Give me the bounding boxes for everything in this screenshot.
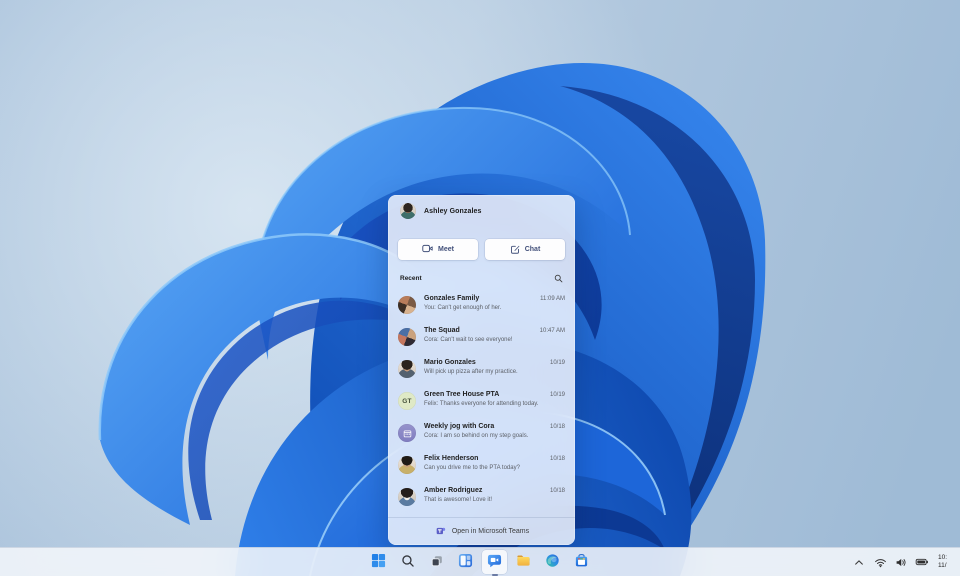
desktop: Ashley Gonzales Meet Chat Recent Gonzale… <box>0 0 960 576</box>
user-name: Ashley Gonzales <box>424 207 482 215</box>
photo-avatar <box>398 456 416 474</box>
wifi-icon[interactable] <box>873 554 887 570</box>
taskbar-center-group <box>366 548 594 576</box>
conversation-time: 10/18 <box>549 456 565 462</box>
start-button[interactable] <box>366 550 391 574</box>
system-tray: 10: 11/ <box>852 548 950 576</box>
file-explorer-icon <box>516 553 531 571</box>
group-avatar <box>398 296 416 314</box>
chat-flyout-panel: Ashley Gonzales Meet Chat Recent Gonzale… <box>388 195 575 545</box>
conversation-item-weekly-jog[interactable]: Weekly jog with Cora Cora: I am so behin… <box>388 417 575 449</box>
photo-avatar <box>398 488 416 506</box>
conversation-name: Green Tree House PTA <box>424 391 500 398</box>
chat-icon <box>487 553 502 571</box>
conversation-name: Felix Henderson <box>424 455 479 462</box>
conversation-item-the-squad[interactable]: The Squad Cora: Can't wait to see everyo… <box>388 321 575 353</box>
conversation-name: Amber Rodriguez <box>424 487 483 494</box>
conversation-time: 10/18 <box>549 424 565 430</box>
group-avatar <box>398 328 416 346</box>
conversation-preview: You: Can't get enough of her. <box>424 305 502 311</box>
user-avatar[interactable] <box>400 203 416 219</box>
conversation-list: Gonzales Family You: Can't get enough of… <box>388 289 575 513</box>
task-view-button[interactable] <box>424 550 449 574</box>
conversation-preview: Can you drive me to the PTA today? <box>424 465 520 471</box>
conversation-preview: Will pick up pizza after my practice. <box>424 369 518 375</box>
meet-button-label: Meet <box>438 246 454 253</box>
conversation-item-gonzales-family[interactable]: Gonzales Family You: Can't get enough of… <box>388 289 575 321</box>
recent-row: Recent <box>388 260 575 283</box>
taskbar-clock[interactable]: 10: 11/ <box>938 554 950 570</box>
chat-button-label: Chat <box>524 246 541 253</box>
initials-avatar: GT <box>398 392 416 410</box>
conversation-name: Weekly jog with Cora <box>424 423 495 430</box>
taskbar: 10: 11/ <box>0 547 960 576</box>
volume-icon[interactable] <box>894 554 908 570</box>
chevron-up-icon[interactable] <box>852 554 866 570</box>
chat-flyout-actions: Meet Chat <box>388 227 575 260</box>
conversation-preview: Cora: Can't wait to see everyone! <box>424 337 513 343</box>
widgets-icon <box>458 553 473 571</box>
conversation-name: The Squad <box>424 327 460 334</box>
open-in-teams-button[interactable]: Open in Microsoft Teams <box>388 517 575 545</box>
conversation-item-green-tree-house-pta[interactable]: GT Green Tree House PTA Felix: Thanks ev… <box>388 385 575 417</box>
chat-button[interactable]: Chat <box>485 239 565 260</box>
conversation-time: 10:47 AM <box>539 328 565 334</box>
conversation-time: 10/18 <box>549 488 565 494</box>
calendar-avatar <box>398 424 416 442</box>
recent-label: Recent <box>400 274 422 282</box>
chat-flyout-header: Ashley Gonzales <box>388 195 575 227</box>
conversation-time: 10/19 <box>549 392 565 398</box>
conversation-preview: Cora: I am so behind on my step goals. <box>424 433 529 439</box>
conversation-preview: That is awesome! Love it! <box>424 497 493 503</box>
conversation-item-mario-gonzales[interactable]: Mario Gonzales Will pick up pizza after … <box>388 353 575 385</box>
search-button[interactable] <box>395 550 420 574</box>
chat-taskbar-button[interactable] <box>482 550 507 574</box>
battery-icon[interactable] <box>915 554 929 570</box>
store-icon <box>574 553 589 571</box>
conversation-name: Gonzales Family <box>424 295 480 302</box>
search-icon[interactable] <box>553 273 563 283</box>
widgets-button[interactable] <box>453 550 478 574</box>
conversation-time: 10/19 <box>549 360 565 366</box>
conversation-time: 11:09 AM <box>540 296 565 302</box>
conversation-preview: Felix: Thanks everyone for attending tod… <box>424 401 539 407</box>
open-in-teams-label: Open in Microsoft Teams <box>451 528 530 535</box>
clock-time: 10: <box>938 554 948 561</box>
edge-button[interactable] <box>540 550 565 574</box>
conversation-name: Mario Gonzales <box>424 359 476 366</box>
task-view-icon <box>430 554 444 571</box>
file-explorer-button[interactable] <box>511 550 536 574</box>
store-button[interactable] <box>569 550 594 574</box>
photo-avatar <box>398 360 416 378</box>
conversation-item-felix-henderson[interactable]: Felix Henderson Can you drive me to the … <box>388 449 575 481</box>
compose-icon <box>510 244 520 256</box>
conversation-item-amber-rodriguez[interactable]: Amber Rodriguez That is awesome! Love it… <box>388 481 575 513</box>
start-icon <box>371 553 386 571</box>
clock-date: 11/ <box>938 562 947 569</box>
calendar-icon <box>403 430 411 437</box>
video-camera-icon <box>422 244 433 255</box>
meet-button[interactable]: Meet <box>398 239 478 260</box>
edge-icon <box>545 553 560 571</box>
search-icon <box>401 554 415 571</box>
teams-icon <box>434 526 446 538</box>
